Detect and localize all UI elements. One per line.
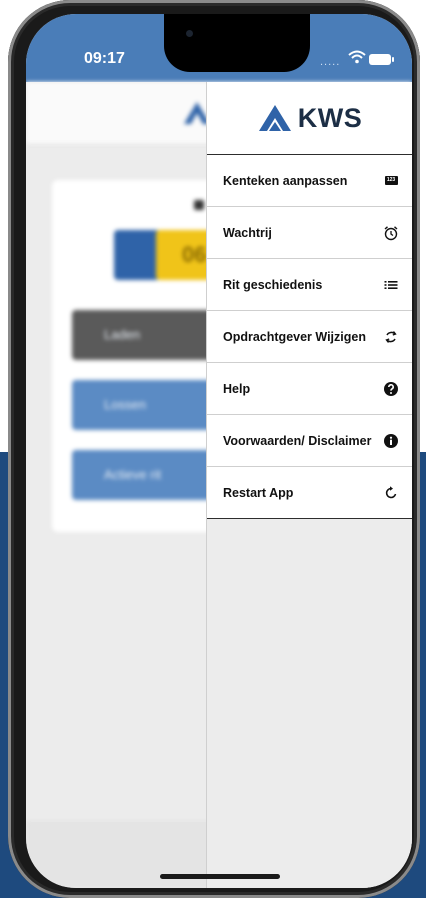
info-circle-icon — [384, 433, 398, 448]
background-label-fragment — [194, 200, 204, 210]
phone-screen: 09:17 ..... 06 Laden Lossen Actieve rit … — [26, 14, 412, 888]
menu-item-label: Help — [223, 381, 251, 396]
menu-item-help[interactable]: Help — [207, 363, 412, 415]
battery-icon — [369, 54, 394, 65]
menu-item-opdrachtgever-wijzigen[interactable]: Opdrachtgever Wijzigen — [207, 311, 412, 363]
menu-item-restart-app[interactable]: Restart App — [207, 467, 412, 519]
phone-frame: 09:17 ..... 06 Laden Lossen Actieve rit … — [8, 0, 420, 898]
kws-logo-icon — [258, 105, 291, 131]
wifi-icon — [348, 50, 366, 64]
restart-icon — [385, 485, 397, 498]
menu-item-label: Kenteken aanpassen — [223, 173, 348, 188]
menu-item-kenteken-aanpassen[interactable]: Kenteken aanpassen 123 — [207, 155, 412, 207]
list-icon — [384, 280, 398, 289]
side-drawer: KWS Kenteken aanpassen 123 Wachtrij Rit … — [206, 82, 412, 888]
menu-item-label: Rit geschiedenis — [223, 277, 323, 292]
home-indicator[interactable] — [160, 874, 280, 879]
background-code-prefix — [114, 230, 160, 280]
menu-item-label: Opdrachtgever Wijzigen — [223, 329, 366, 344]
alarm-clock-icon — [384, 225, 398, 240]
menu-item-label: Restart App — [223, 485, 294, 500]
question-circle-icon — [384, 381, 398, 396]
background-code-text: 06 — [182, 242, 207, 267]
menu-item-rit-geschiedenis[interactable]: Rit geschiedenis — [207, 259, 412, 311]
menu-item-label: Wachtrij — [223, 225, 272, 240]
drawer-logo: KWS — [207, 82, 412, 155]
notch — [164, 14, 310, 72]
brand-name: KWS — [297, 102, 363, 133]
status-bar: 09:17 ..... — [26, 14, 412, 82]
actieve-rit-button: Actieve rit — [72, 450, 222, 500]
lossen-button: Lossen — [72, 380, 222, 430]
signal-icon: ..... — [320, 56, 341, 68]
swap-refresh-icon — [385, 330, 397, 343]
license-plate-icon: 123 — [383, 173, 399, 189]
menu-item-label: Voorwaarden/ Disclaimer — [223, 433, 372, 448]
menu-item-wachtrij[interactable]: Wachtrij — [207, 207, 412, 259]
drawer-menu: Kenteken aanpassen 123 Wachtrij Rit gesc… — [207, 155, 412, 519]
menu-item-voorwaarden-disclaimer[interactable]: Voorwaarden/ Disclaimer — [207, 415, 412, 467]
plate-text: 123 — [384, 176, 398, 185]
camera-icon — [186, 30, 193, 37]
laden-button: Laden — [72, 310, 222, 360]
status-time: 09:17 — [84, 50, 125, 67]
